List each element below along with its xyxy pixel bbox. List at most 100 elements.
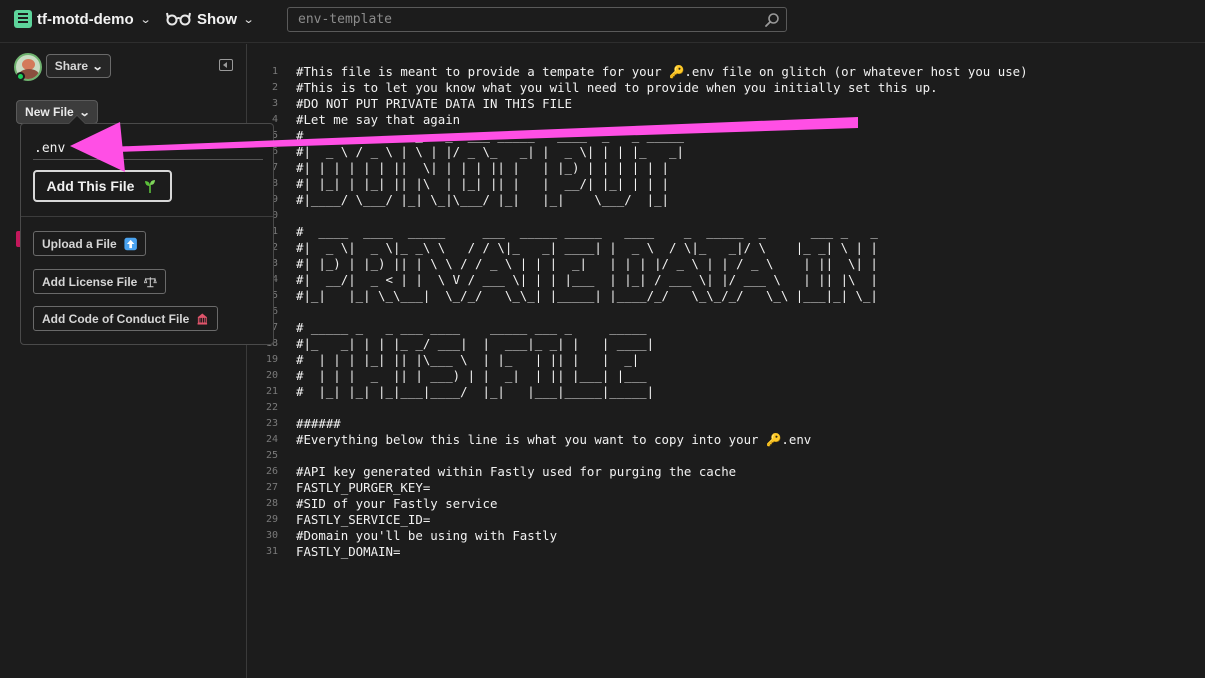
line-text: #| | | | | | || \| | | | || | | |_) | | …	[296, 160, 669, 175]
sprout-icon	[145, 180, 156, 193]
new-file-label: New File	[25, 105, 74, 119]
line-number: 21	[265, 386, 278, 397]
line-text: # ____ ___ _ _ ___ _____ ____ _ _ _____	[296, 128, 684, 143]
filename-input[interactable]	[33, 138, 263, 160]
show-menu[interactable]: Show ⌄	[166, 8, 255, 30]
line-number: 28	[265, 498, 278, 509]
scales-icon	[144, 276, 157, 287]
code-line[interactable]: 29 FASTLY_SERVICE_ID=	[248, 512, 1205, 528]
line-text: #|_| |_| \_\___| \_/_/ \_\_| |_____| |__…	[296, 288, 878, 303]
code-line[interactable]: 16	[248, 304, 1205, 320]
line-text: #This is to let you know what you will n…	[296, 80, 938, 95]
code-line[interactable]: 24 #Everything below this line is what yo…	[248, 432, 1205, 448]
line-text: FASTLY_SERVICE_ID=	[296, 512, 431, 527]
project-name: tf-motd-demo	[37, 10, 134, 28]
line-text: #This file is meant to provide a tempate…	[296, 64, 1028, 79]
line-text: # | | | |_| || |\___ \ | |_ | || | | _|	[296, 352, 640, 367]
code-line[interactable]: 9 #|____/ \___/ |_| \_|\___/ |_| |_| \___…	[248, 192, 1205, 208]
line-text: # |_| |_| |_|___|____/ |_| |___|_____|__…	[296, 384, 655, 399]
code-line[interactable]: 10	[248, 208, 1205, 224]
project-menu[interactable]: tf-motd-demo ⌄	[14, 8, 152, 30]
code-line[interactable]: 26 #API key generated within Fastly used …	[248, 464, 1205, 480]
online-status-dot	[16, 72, 25, 81]
line-text: #Everything below this line is what you …	[296, 432, 812, 447]
code-editor[interactable]: 1 #This file is meant to provide a tempat…	[248, 44, 1205, 678]
line-text: # ____ ____ _____ ___ _____ _____ ____ _…	[296, 224, 878, 239]
code-line[interactable]: 4 #Let me say that again	[248, 112, 1205, 128]
line-text: #| _ \ / _ \ | \ | |/ _ \_ _| | _ \| | |…	[296, 144, 684, 159]
search-icon[interactable]	[764, 12, 780, 28]
chevron-down-icon: ⌄	[139, 13, 152, 26]
popover-divider	[21, 216, 273, 217]
line-text: #Domain you'll be using with Fastly	[296, 528, 558, 543]
upload-file-label: Upload a File	[42, 236, 117, 251]
code-line[interactable]: 11# ____ ____ _____ ___ _____ _____ ____…	[248, 224, 1205, 240]
upload-file-button[interactable]: Upload a File	[33, 231, 146, 256]
line-text: #Let me say that again	[296, 112, 461, 127]
code-line[interactable]: 13#| |_) | |_) || | \ \ / / _ \ | | | _|…	[248, 256, 1205, 272]
line-number: 30	[265, 530, 278, 541]
code-line[interactable]: 18#|_ _| | | |_ _/ ___| | ___|_ _| | | _…	[248, 336, 1205, 352]
code-line[interactable]: 6 #| _ \ / _ \ | \ | |/ _ \_ _| | _ \| | …	[248, 144, 1205, 160]
show-label: Show	[197, 10, 237, 28]
line-number: 24	[265, 434, 278, 445]
code-line[interactable]: 15#|_| |_| \_\___| \_/_/ \_\_| |_____| |…	[248, 288, 1205, 304]
project-icon	[14, 10, 32, 28]
code-line[interactable]: 31 FASTLY_DOMAIN=	[248, 544, 1205, 560]
code-line[interactable]: 12#| _ \| _ \|_ _\ \ / / \|_ _| ____| | …	[248, 240, 1205, 256]
code-line[interactable]: 28 #SID of your Fastly service	[248, 496, 1205, 512]
line-text: #| __/| _ < | | \ V / ___ \| | | |___ | …	[296, 272, 878, 287]
top-bar: tf-motd-demo ⌄ Show ⌄	[0, 0, 1205, 43]
line-text: #API key generated within Fastly used fo…	[296, 464, 737, 479]
search-box	[287, 7, 787, 32]
add-this-file-label: Add This File	[46, 178, 135, 194]
chevron-down-icon: ⌄	[242, 13, 255, 26]
line-number: 20	[265, 370, 278, 381]
code-lines: 1 #This file is meant to provide a tempat…	[248, 64, 1205, 560]
glasses-icon	[166, 12, 191, 26]
code-line[interactable]: 2 #This is to let you know what you will …	[248, 80, 1205, 96]
add-this-file-button[interactable]: Add This File	[33, 170, 172, 202]
line-number: 3	[271, 98, 278, 109]
code-line[interactable]: 1 #This file is meant to provide a tempat…	[248, 64, 1205, 80]
collapse-sidebar-icon[interactable]	[219, 59, 233, 71]
line-text: ######	[296, 416, 341, 431]
code-line[interactable]: 3 #DO NOT PUT PRIVATE DATA IN THIS FILE	[248, 96, 1205, 112]
code-line[interactable]: 17# _____ _ _ ___ ____ _____ ___ _ _____	[248, 320, 1205, 336]
code-line[interactable]: 19 # | | | |_| || |\___ \ | |_ | || | | _…	[248, 352, 1205, 368]
add-code-of-conduct-button[interactable]: Add Code of Conduct File	[33, 306, 218, 331]
line-text: #| |_| | |_| || |\ | |_| || | | __/| |_|…	[296, 176, 669, 191]
line-text: #DO NOT PUT PRIVATE DATA IN THIS FILE	[296, 96, 573, 111]
line-number: 1	[271, 66, 278, 77]
new-file-button[interactable]: New File ⌄	[16, 100, 98, 124]
add-license-label: Add License File	[42, 274, 138, 289]
share-button[interactable]: Share ⌄	[46, 54, 111, 78]
code-line[interactable]: 7 #| | | | | | || \| | | | || | | |_) | |…	[248, 160, 1205, 176]
line-number: 2	[271, 82, 278, 93]
line-text: # | | | _ || | ___) | | _| | || |___| |_…	[296, 368, 647, 383]
carousel-icon	[197, 312, 208, 325]
code-line[interactable]: 25	[248, 448, 1205, 464]
code-line[interactable]: 8 #| |_| | |_| || |\ | |_| || | | __/| |_…	[248, 176, 1205, 192]
code-line[interactable]: 14#| __/| _ < | | \ V / ___ \| | | |___ …	[248, 272, 1205, 288]
line-number: 27	[265, 482, 278, 493]
line-text: FASTLY_DOMAIN=	[296, 544, 401, 559]
search-input[interactable]	[288, 8, 786, 31]
code-line[interactable]: 22	[248, 400, 1205, 416]
code-line[interactable]: 27 FASTLY_PURGER_KEY=	[248, 480, 1205, 496]
line-text: #|_ _| | | |_ _/ ___| | ___|_ _| | | ___…	[296, 336, 655, 351]
code-line[interactable]: 21 # |_| |_| |_|___|____/ |_| |___|_____|…	[248, 384, 1205, 400]
chevron-down-icon: ⌄	[91, 60, 104, 73]
line-text: #|____/ \___/ |_| \_|\___/ |_| |_| \___/…	[296, 192, 669, 207]
new-file-popover: Add This File Upload a File Add License …	[20, 114, 274, 345]
line-number: 19	[265, 354, 278, 365]
code-line[interactable]: 5 # ____ ___ _ _ ___ _____ ____ _ _ _____	[248, 128, 1205, 144]
code-line[interactable]: 23 ######	[248, 416, 1205, 432]
line-text: #| _ \| _ \|_ _\ \ / / \|_ _| ____| | _ …	[296, 240, 878, 255]
add-license-button[interactable]: Add License File	[33, 269, 166, 294]
line-number: 23	[265, 418, 278, 429]
up-arrow-icon	[124, 237, 137, 250]
code-line[interactable]: 30 #Domain you'll be using with Fastly	[248, 528, 1205, 544]
share-label: Share	[54, 59, 89, 73]
code-line[interactable]: 20 # | | | _ || | ___) | | _| | || |___| …	[248, 368, 1205, 384]
